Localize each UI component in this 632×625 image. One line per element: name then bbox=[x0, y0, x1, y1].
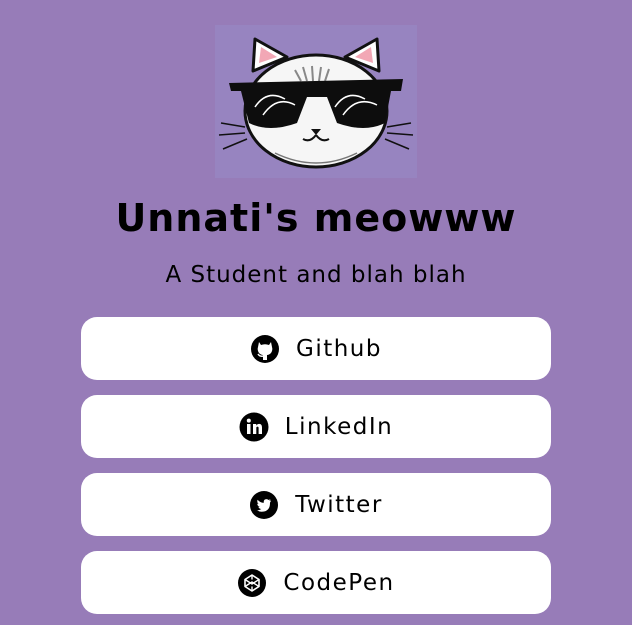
codepen-link-button[interactable]: CodePen bbox=[81, 551, 551, 614]
avatar bbox=[215, 25, 417, 178]
profile-page: Unnati's meowww A Student and blah blah … bbox=[0, 0, 632, 625]
page-subtitle: A Student and blah blah bbox=[165, 262, 467, 288]
cat-sunglasses-icon bbox=[218, 37, 414, 169]
twitter-icon bbox=[249, 490, 279, 520]
linkedin-link-label: LinkedIn bbox=[284, 413, 394, 440]
linkedin-link-button[interactable]: LinkedIn bbox=[81, 395, 551, 458]
page-title: Unnati's meowww bbox=[115, 196, 517, 240]
twitter-link-button[interactable]: Twitter bbox=[81, 473, 551, 536]
twitter-link-label: Twitter bbox=[295, 491, 383, 518]
github-link-button[interactable]: Github bbox=[81, 317, 551, 380]
codepen-icon bbox=[237, 568, 267, 598]
github-icon bbox=[250, 334, 280, 364]
linkedin-icon bbox=[239, 412, 269, 442]
codepen-link-label: CodePen bbox=[283, 569, 395, 596]
github-link-label: Github bbox=[296, 335, 382, 362]
